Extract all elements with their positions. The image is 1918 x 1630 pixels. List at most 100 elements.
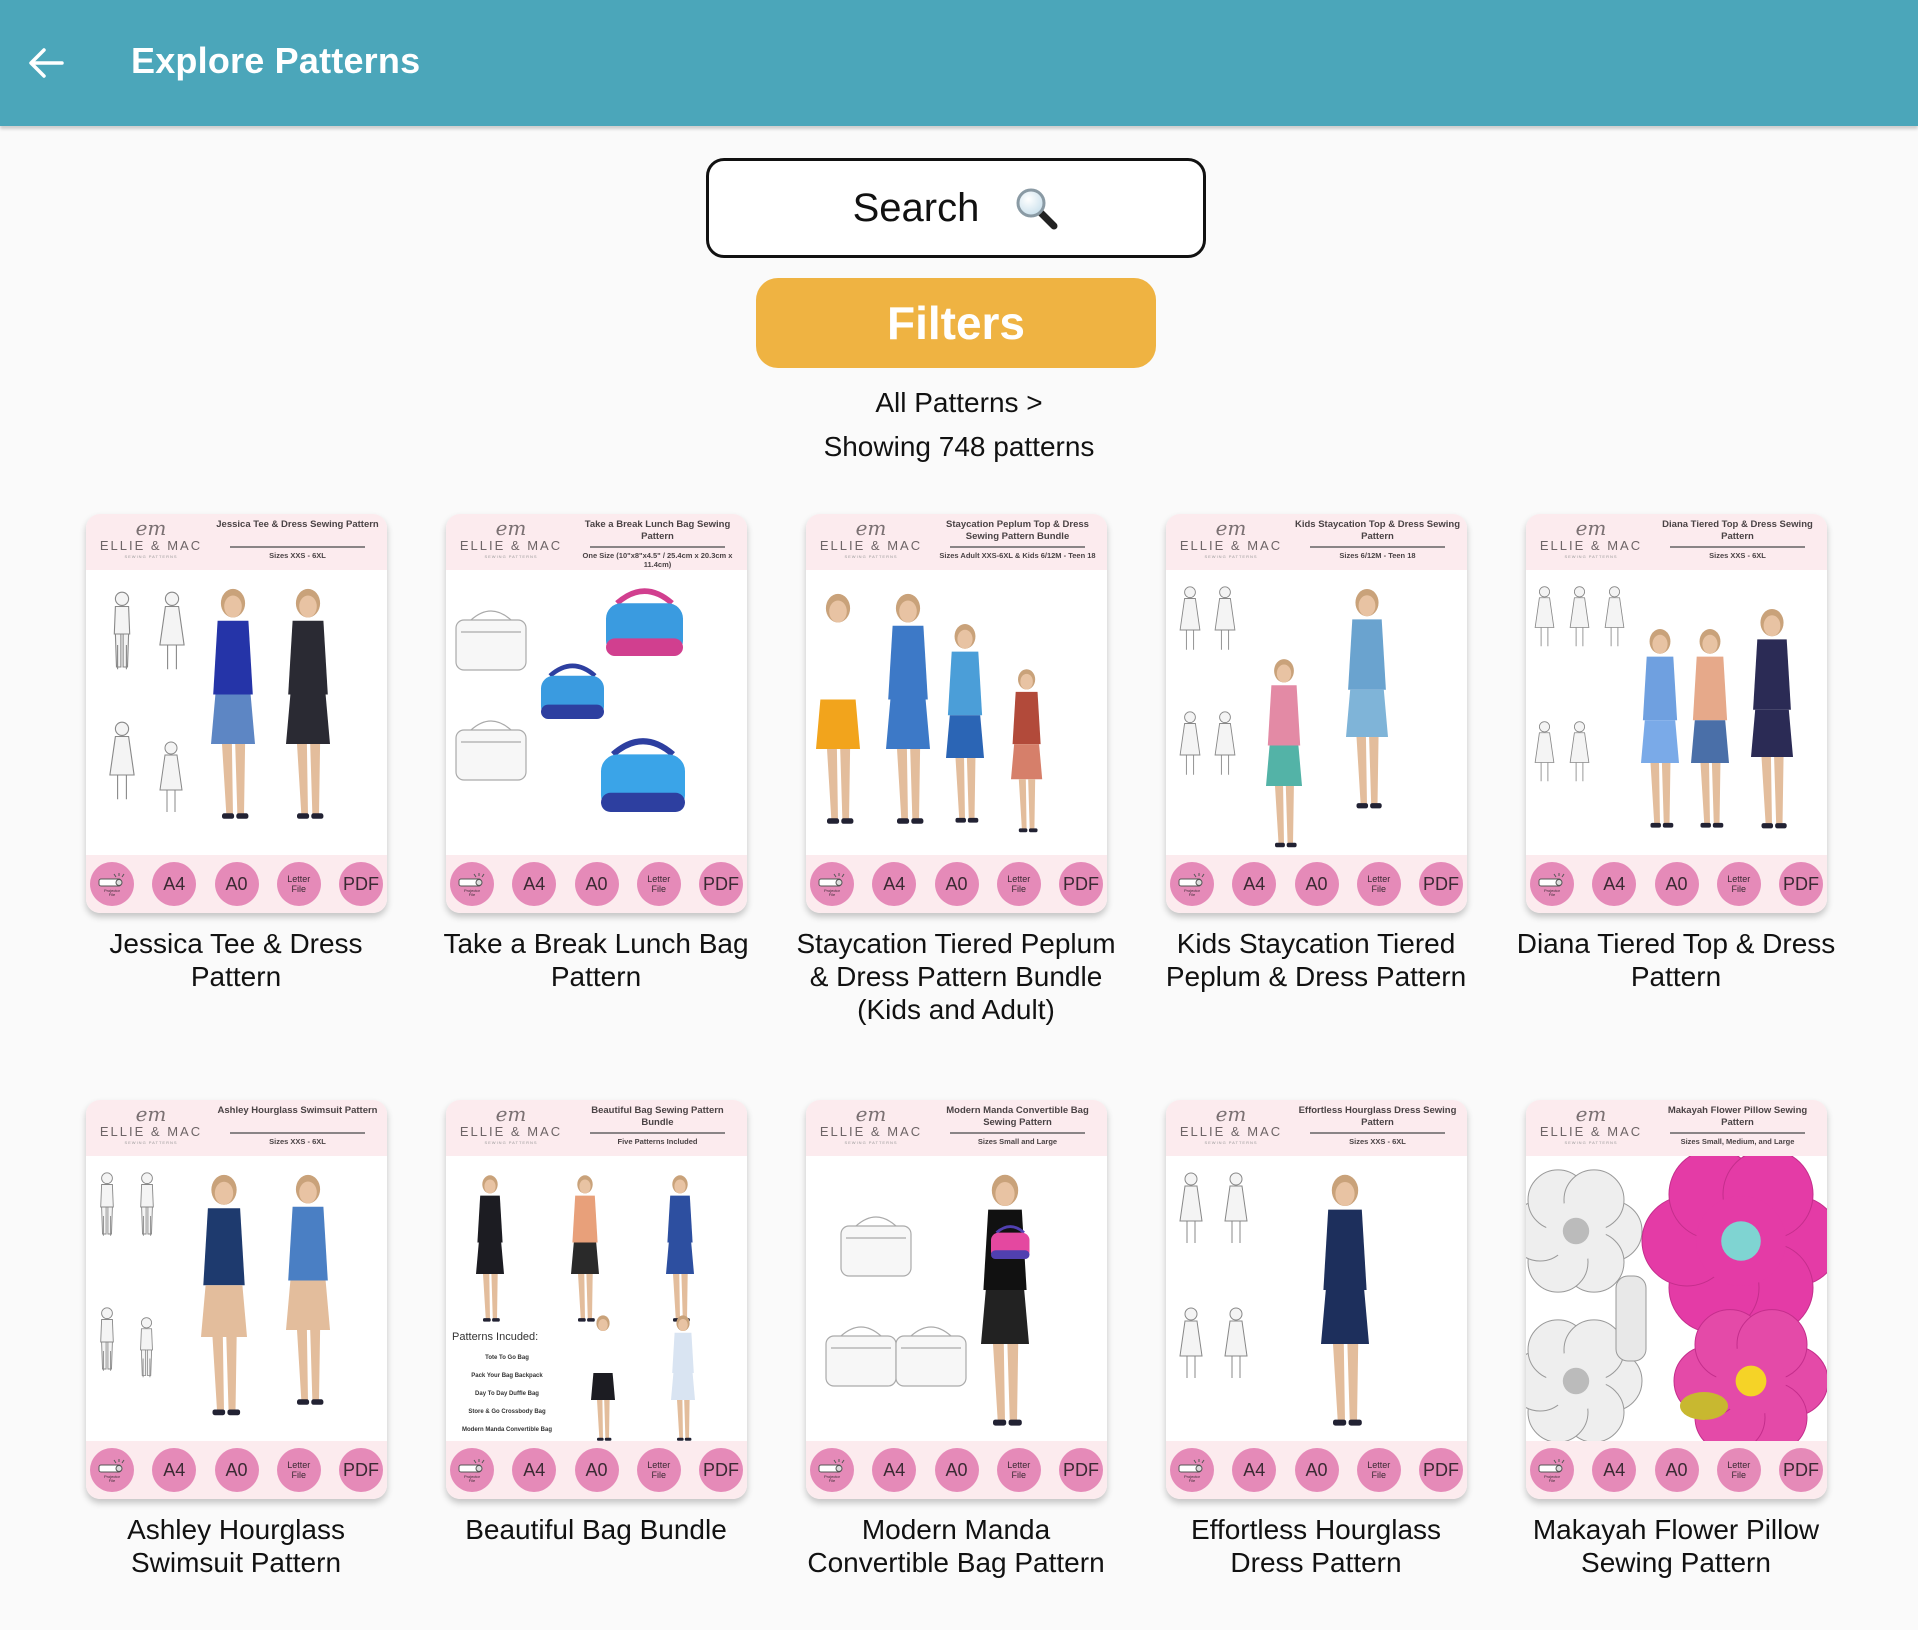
- cover-title: Modern Manda Convertible Bag Sewing Patt…: [946, 1105, 1089, 1128]
- brand-tagline: SEWING PATTERNS: [1204, 554, 1258, 559]
- cover-title: Effortless Hourglass Dress Sewing Patter…: [1298, 1105, 1457, 1128]
- a0-badge: A0: [214, 1448, 259, 1492]
- included-item: Day To Day Duffle Bag: [475, 1391, 539, 1397]
- pattern-cover-image[interactable]: em ELLIE & MAC SEWING PATTERNS Staycatio…: [806, 514, 1107, 913]
- included-item: Tote To Go Bag: [485, 1355, 529, 1361]
- brand-logo: em ELLIE & MAC SEWING PATTERNS: [1176, 1104, 1286, 1146]
- pattern-cover-image[interactable]: em ELLIE & MAC SEWING PATTERNS Makayah F…: [1526, 1100, 1827, 1499]
- pattern-title[interactable]: Beautiful Bag Bundle: [436, 1513, 756, 1546]
- svg-text:File: File: [1549, 1478, 1556, 1483]
- cover-title: Kids Staycation Top & Dress Sewing Patte…: [1294, 519, 1461, 542]
- a0-badge: A0: [1294, 862, 1339, 906]
- pattern-card-8[interactable]: em ELLIE & MAC SEWING PATTERNS Modern Ma…: [806, 1100, 1107, 1579]
- pattern-title[interactable]: Diana Tiered Top & Dress Pattern: [1516, 927, 1836, 993]
- brand-monogram: em: [495, 516, 527, 540]
- pattern-title[interactable]: Ashley Hourglass Swimsuit Pattern: [76, 1513, 396, 1579]
- pattern-title[interactable]: Jessica Tee & Dress Pattern: [76, 927, 396, 993]
- projector-file-badge: Projector File: [90, 862, 134, 906]
- pattern-cover-image[interactable]: em ELLIE & MAC SEWING PATTERNS Take a Br…: [446, 514, 747, 913]
- pattern-card-1[interactable]: em ELLIE & MAC SEWING PATTERNS Jessica T…: [86, 514, 387, 993]
- pattern-title[interactable]: Effortless Hourglass Dress Pattern: [1156, 1513, 1476, 1579]
- a0-badge: A0: [934, 1448, 979, 1492]
- cover-photo: [446, 570, 747, 855]
- breadcrumb[interactable]: All Patterns >: [0, 387, 1918, 419]
- cover-photo: [1526, 1156, 1827, 1441]
- format-badges: Projector File A4 A0 Letter File PDF: [1166, 1441, 1467, 1499]
- pdf-badge: PDF: [1779, 1448, 1823, 1492]
- cover-divider: [1670, 1132, 1805, 1134]
- cover-header: em ELLIE & MAC SEWING PATTERNS Diana Tie…: [1526, 514, 1827, 570]
- file-label: File: [651, 1470, 666, 1480]
- included-item: Pack Your Bag Backpack: [471, 1373, 543, 1379]
- pattern-title[interactable]: Kids Staycation Tiered Peplum & Dress Pa…: [1156, 927, 1476, 993]
- pattern-card-10[interactable]: em ELLIE & MAC SEWING PATTERNS Makayah F…: [1526, 1100, 1827, 1579]
- file-label: File: [291, 884, 306, 894]
- brand-name: ELLIE & MAC: [459, 1124, 563, 1139]
- pattern-cover-image[interactable]: em ELLIE & MAC SEWING PATTERNS Ashley Ho…: [86, 1100, 387, 1499]
- pattern-title[interactable]: Staycation Tiered Peplum & Dress Pattern…: [796, 927, 1116, 1026]
- brand-monogram: em: [1575, 1102, 1607, 1126]
- pattern-title[interactable]: Modern Manda Convertible Bag Pattern: [796, 1513, 1116, 1579]
- pdf-badge: PDF: [1779, 862, 1823, 906]
- a4-badge: A4: [1232, 1448, 1277, 1492]
- back-button[interactable]: [22, 38, 72, 88]
- pattern-cover-image[interactable]: em ELLIE & MAC SEWING PATTERNS Kids Stay…: [1166, 514, 1467, 913]
- cover-header: em ELLIE & MAC SEWING PATTERNS Take a Br…: [446, 514, 747, 570]
- letter-file-badge: Letter File: [636, 1448, 681, 1492]
- a4-badge: A4: [152, 862, 197, 906]
- pdf-badge: PDF: [1059, 1448, 1103, 1492]
- letter-file-badge: Letter File: [1716, 1448, 1761, 1492]
- pattern-card-3[interactable]: em ELLIE & MAC SEWING PATTERNS Staycatio…: [796, 514, 1116, 1026]
- svg-text:File: File: [1549, 892, 1556, 897]
- projector-file-badge: Projector File: [1170, 862, 1214, 906]
- pattern-cover-image[interactable]: em ELLIE & MAC SEWING PATTERNS Beautiful…: [446, 1100, 747, 1499]
- cover-photo: [86, 1156, 387, 1441]
- search-input[interactable]: Search: [706, 158, 1206, 258]
- a0-badge: A0: [1654, 1448, 1699, 1492]
- cover-photo: [1166, 570, 1467, 855]
- pattern-card-6[interactable]: em ELLIE & MAC SEWING PATTERNS Ashley Ho…: [86, 1100, 387, 1579]
- a0-badge: A0: [214, 862, 259, 906]
- brand-name: ELLIE & MAC: [819, 1124, 923, 1139]
- pattern-cover-image[interactable]: em ELLIE & MAC SEWING PATTERNS Modern Ma…: [806, 1100, 1107, 1499]
- letter-label: Letter: [1007, 874, 1031, 884]
- cover-title: Ashley Hourglass Swimsuit Pattern: [217, 1105, 378, 1116]
- pattern-cover-image[interactable]: em ELLIE & MAC SEWING PATTERNS Jessica T…: [86, 514, 387, 913]
- file-label: File: [651, 884, 666, 894]
- a0-badge: A0: [1654, 862, 1699, 906]
- svg-text:File: File: [829, 1478, 836, 1483]
- pattern-card-9[interactable]: em ELLIE & MAC SEWING PATTERNS Effortles…: [1166, 1100, 1467, 1579]
- letter-file-badge: Letter File: [1716, 862, 1761, 906]
- brand-logo: em ELLIE & MAC SEWING PATTERNS: [96, 1104, 206, 1146]
- brand-tagline: SEWING PATTERNS: [844, 554, 898, 559]
- svg-text:File: File: [469, 892, 476, 897]
- pattern-title[interactable]: Take a Break Lunch Bag Pattern: [436, 927, 756, 993]
- brand-name: ELLIE & MAC: [99, 538, 203, 553]
- a4-badge: A4: [872, 1448, 917, 1492]
- pattern-cover-image[interactable]: em ELLIE & MAC SEWING PATTERNS Diana Tie…: [1526, 514, 1827, 913]
- a4-badge: A4: [872, 862, 917, 906]
- projector-file-badge: Projector File: [810, 1448, 854, 1492]
- brand-name: ELLIE & MAC: [1539, 1124, 1643, 1139]
- pattern-card-4[interactable]: em ELLIE & MAC SEWING PATTERNS Kids Stay…: [1166, 514, 1467, 993]
- projector-icon: Projector File: [1178, 873, 1205, 897]
- letter-label: Letter: [1367, 1460, 1391, 1470]
- brand-monogram: em: [855, 1102, 887, 1126]
- cover-photo: [806, 570, 1107, 855]
- pattern-card-5[interactable]: em ELLIE & MAC SEWING PATTERNS Diana Tie…: [1517, 514, 1835, 993]
- pattern-card-7[interactable]: em ELLIE & MAC SEWING PATTERNS Beautiful…: [446, 1100, 747, 1546]
- cover-divider: [590, 1132, 725, 1134]
- projector-file-badge: Projector File: [1530, 862, 1574, 906]
- cover-sizes: Five Patterns Included: [617, 1137, 698, 1146]
- letter-file-badge: Letter File: [1356, 1448, 1401, 1492]
- cover-title: Take a Break Lunch Bag Sewing Pattern: [584, 519, 731, 542]
- pattern-cover-image[interactable]: em ELLIE & MAC SEWING PATTERNS Effortles…: [1166, 1100, 1467, 1499]
- brand-logo: em ELLIE & MAC SEWING PATTERNS: [816, 518, 926, 560]
- pattern-title[interactable]: Makayah Flower Pillow Sewing Pattern: [1516, 1513, 1836, 1579]
- brand-monogram: em: [135, 1102, 167, 1126]
- projector-icon: Projector File: [1538, 873, 1565, 897]
- pattern-card-2[interactable]: em ELLIE & MAC SEWING PATTERNS Take a Br…: [443, 514, 749, 993]
- brand-logo: em ELLIE & MAC SEWING PATTERNS: [456, 1104, 566, 1146]
- cover-header: em ELLIE & MAC SEWING PATTERNS Ashley Ho…: [86, 1100, 387, 1156]
- filters-button[interactable]: Filters: [756, 278, 1156, 368]
